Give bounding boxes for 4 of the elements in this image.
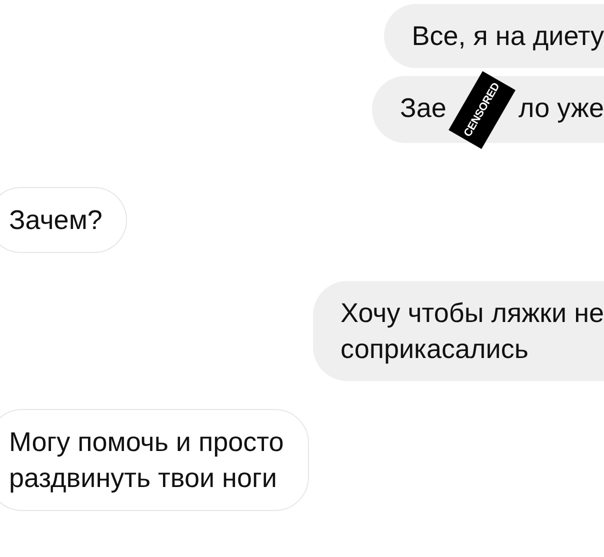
message-text: Могу помочь и просто раздвинуть твои ноги	[9, 426, 284, 495]
message-text: Зачем?	[9, 204, 102, 237]
message-text: Все, я на диету	[412, 20, 604, 53]
message-text: Хочу чтобы ляжки не соприкасались	[340, 296, 604, 366]
